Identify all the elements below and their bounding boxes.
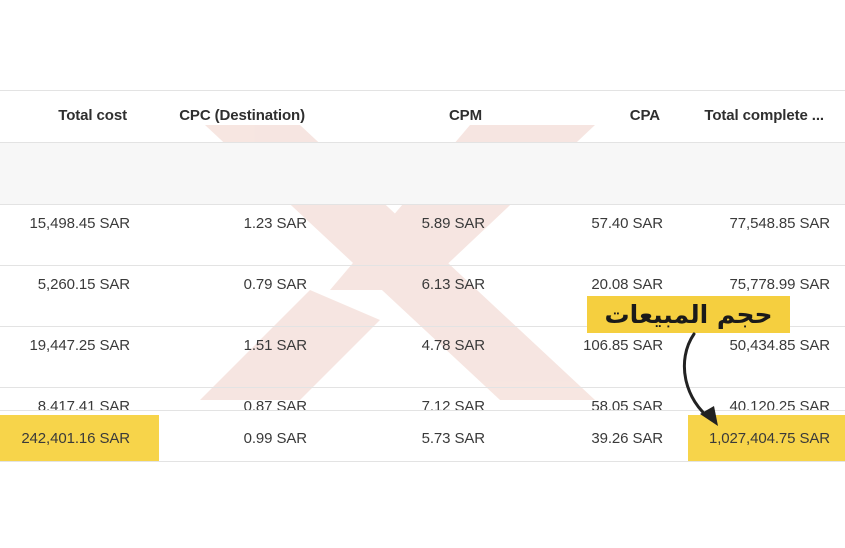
curved-arrow-icon xyxy=(682,332,718,426)
summary-band xyxy=(0,143,845,204)
table-cell: 58.05 SAR xyxy=(591,398,663,410)
row-divider xyxy=(0,204,845,205)
table-cell: 75,778.99 SAR xyxy=(729,276,831,293)
table-cell: 106.85 SAR xyxy=(583,337,663,354)
table-cell: 40,120.25 SAR xyxy=(729,398,831,410)
table-cell: 4.78 SAR xyxy=(421,337,486,354)
table-cell: 0.87 SAR xyxy=(243,398,308,410)
table-cell: 7.12 SAR xyxy=(421,398,486,410)
table-cell: 77,548.85 SAR xyxy=(729,215,831,232)
table-cell: 6.13 SAR xyxy=(421,276,486,293)
table-top-border xyxy=(0,90,845,91)
table-cell: 57.40 SAR xyxy=(591,215,663,232)
sales-volume-label: حجم المبيعات xyxy=(587,296,790,333)
row-divider xyxy=(0,265,845,266)
total-cpa-value: 39.26 SAR xyxy=(591,430,663,447)
table-cell: 50,434.85 SAR xyxy=(729,337,831,354)
table-cell: 20.08 SAR xyxy=(591,276,663,293)
column-header-total-complete[interactable]: Total complete ... xyxy=(704,107,824,124)
table-cell: 8,417.41 SAR xyxy=(37,398,130,410)
total-cpc-value: 0.99 SAR xyxy=(243,430,308,447)
total-cost-value: 242,401.16 SAR xyxy=(21,430,130,447)
table-cell: 1.51 SAR xyxy=(243,337,308,354)
column-header-cpc[interactable]: CPC (Destination) xyxy=(179,107,305,124)
table-cell: 0.79 SAR xyxy=(243,276,308,293)
table-cell: 1.23 SAR xyxy=(243,215,308,232)
total-complete-value: 1,027,404.75 SAR xyxy=(709,430,830,447)
column-header-cpa[interactable]: CPA xyxy=(630,107,660,124)
table-cell: 15,498.45 SAR xyxy=(29,215,131,232)
column-header-cpm[interactable]: CPM xyxy=(449,107,482,124)
column-header-total-cost[interactable]: Total cost xyxy=(58,107,127,124)
table-cell: 5.89 SAR xyxy=(421,215,486,232)
table-cell: 5,260.15 SAR xyxy=(37,276,130,293)
data-table: Total cost CPC (Destination) CPM CPA Tot… xyxy=(0,0,845,548)
table-cell: 19,447.25 SAR xyxy=(29,337,131,354)
total-cpm-value: 5.73 SAR xyxy=(421,430,486,447)
table-bottom-border xyxy=(0,461,845,462)
